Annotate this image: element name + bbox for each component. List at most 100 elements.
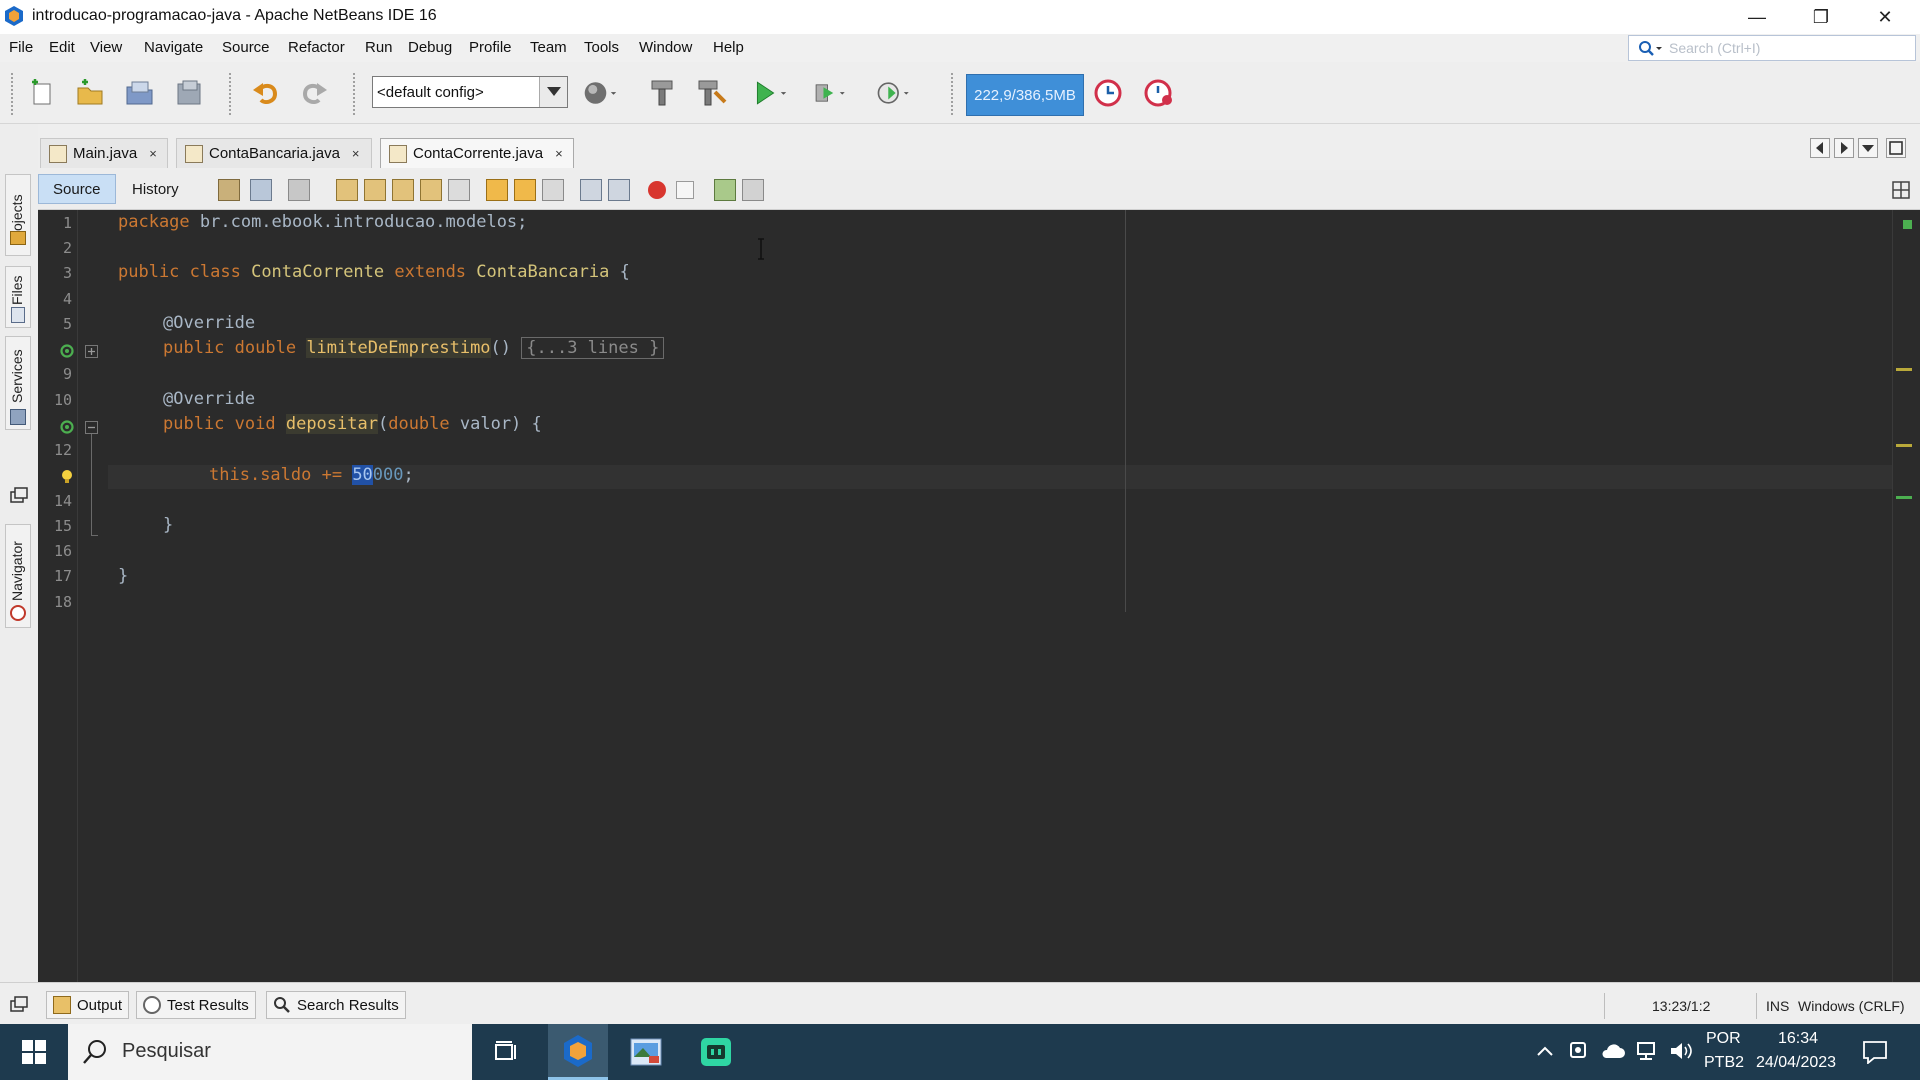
taskbar-search-box[interactable]: Pesquisar bbox=[68, 1024, 472, 1080]
override-marker-icon[interactable] bbox=[60, 420, 74, 434]
caret-position[interactable]: 13:23/1:2 bbox=[1652, 998, 1710, 1014]
minimize-button[interactable]: — bbox=[1726, 0, 1788, 34]
find-next-icon[interactable] bbox=[392, 179, 414, 201]
annotation-marker[interactable] bbox=[1896, 444, 1912, 447]
menu-source[interactable]: Source bbox=[222, 39, 270, 56]
tab-history[interactable]: History bbox=[118, 174, 193, 204]
side-tab-services[interactable]: Services bbox=[5, 336, 31, 430]
profiler-icon[interactable] bbox=[1142, 76, 1178, 110]
show-opened-documents-icon[interactable] bbox=[1858, 138, 1878, 158]
menu-file[interactable]: File bbox=[9, 39, 33, 56]
config-dropdown[interactable]: <default config> bbox=[372, 76, 568, 108]
find-selection-icon[interactable] bbox=[336, 179, 358, 201]
meet-now-icon[interactable] bbox=[1568, 1040, 1588, 1062]
toggle-highlight-icon[interactable] bbox=[420, 179, 442, 201]
forward-icon[interactable] bbox=[288, 179, 310, 201]
quick-search-input[interactable]: Search (Ctrl+I) bbox=[1628, 35, 1916, 61]
run-icon[interactable] bbox=[752, 76, 788, 110]
search-results-tab[interactable]: Search Results bbox=[266, 991, 406, 1019]
shift-left-icon[interactable] bbox=[580, 179, 602, 201]
menu-edit[interactable]: Edit bbox=[49, 39, 75, 56]
build-icon[interactable] bbox=[644, 76, 680, 110]
taskbar-image-app[interactable] bbox=[616, 1024, 676, 1080]
menu-team[interactable]: Team bbox=[530, 39, 567, 56]
maximize-editor-icon[interactable] bbox=[1886, 138, 1906, 158]
notifications-icon[interactable] bbox=[1862, 1040, 1888, 1064]
tab-source[interactable]: Source bbox=[38, 174, 116, 204]
toggle-bookmark-icon[interactable] bbox=[542, 179, 564, 201]
start-macro-recording-icon[interactable] bbox=[648, 181, 666, 199]
menu-profile[interactable]: Profile bbox=[469, 39, 512, 56]
close-window-button[interactable]: ✕ bbox=[1854, 0, 1916, 34]
restore-group-icon[interactable] bbox=[9, 486, 29, 504]
new-project-icon[interactable] bbox=[72, 76, 108, 110]
line-endings[interactable]: Windows (CRLF) bbox=[1798, 998, 1905, 1014]
side-tab-files[interactable]: Files bbox=[5, 266, 31, 328]
comment-icon[interactable] bbox=[714, 179, 736, 201]
redo-icon[interactable] bbox=[296, 76, 332, 110]
language-indicator[interactable]: POR bbox=[1706, 1030, 1741, 1048]
tab-main-java[interactable]: Main.java × bbox=[40, 138, 168, 168]
menu-run[interactable]: Run bbox=[365, 39, 393, 56]
back-icon[interactable] bbox=[250, 179, 272, 201]
taskbar-chat-app[interactable] bbox=[686, 1024, 746, 1080]
side-tab-projects[interactable]: Projects bbox=[5, 174, 31, 256]
scroll-tabs-left-icon[interactable] bbox=[1810, 138, 1830, 158]
hint-lightbulb-icon[interactable] bbox=[60, 469, 74, 485]
uncomment-icon[interactable] bbox=[742, 179, 764, 201]
annotation-marker[interactable] bbox=[1896, 368, 1912, 371]
menu-view[interactable]: View bbox=[90, 39, 122, 56]
previous-bookmark-icon[interactable] bbox=[486, 179, 508, 201]
clean-build-icon[interactable] bbox=[694, 76, 730, 110]
volume-icon[interactable] bbox=[1668, 1040, 1694, 1062]
folded-code-block[interactable]: {...3 lines } bbox=[521, 337, 665, 359]
taskbar-netbeans[interactable] bbox=[548, 1024, 608, 1080]
open-project-icon[interactable] bbox=[122, 76, 158, 110]
network-icon[interactable] bbox=[1634, 1040, 1660, 1062]
profile-icon[interactable] bbox=[876, 76, 912, 110]
close-tab-icon[interactable]: × bbox=[555, 146, 563, 161]
task-view-button[interactable] bbox=[476, 1024, 536, 1080]
last-edit-icon[interactable] bbox=[218, 179, 240, 201]
clock-time[interactable]: 16:34 bbox=[1778, 1030, 1818, 1048]
side-tab-navigator[interactable]: Navigator bbox=[5, 524, 31, 628]
memory-indicator[interactable]: 222,9/386,5MB bbox=[966, 74, 1084, 116]
split-editor-icon[interactable] bbox=[1892, 181, 1910, 199]
keyboard-layout-indicator[interactable]: PTB2 bbox=[1704, 1054, 1744, 1072]
chevron-down-icon[interactable] bbox=[539, 77, 567, 107]
undo-icon[interactable] bbox=[248, 76, 284, 110]
close-tab-icon[interactable]: × bbox=[149, 146, 157, 161]
insert-mode[interactable]: INS bbox=[1766, 998, 1789, 1014]
cloud-icon[interactable] bbox=[1600, 1042, 1626, 1060]
next-bookmark-icon[interactable] bbox=[514, 179, 536, 201]
find-previous-icon[interactable] bbox=[364, 179, 386, 201]
expand-fold-icon[interactable] bbox=[85, 345, 98, 358]
menu-tools[interactable]: Tools bbox=[584, 39, 619, 56]
hint-marker[interactable] bbox=[1896, 496, 1912, 499]
test-results-tab[interactable]: Test Results bbox=[136, 991, 256, 1019]
clock-date[interactable]: 24/04/2023 bbox=[1756, 1054, 1836, 1072]
override-marker-icon[interactable] bbox=[60, 344, 74, 358]
restore-output-group-icon[interactable] bbox=[9, 995, 29, 1013]
menu-refactor[interactable]: Refactor bbox=[288, 39, 345, 56]
close-tab-icon[interactable]: × bbox=[352, 146, 360, 161]
browser-icon[interactable] bbox=[582, 76, 618, 110]
code-editor[interactable]: package br.com.ebook.introducao.modelos;… bbox=[108, 210, 1892, 982]
start-button[interactable] bbox=[4, 1024, 64, 1080]
stop-macro-recording-icon[interactable] bbox=[676, 181, 694, 199]
show-hidden-icons-icon[interactable] bbox=[1536, 1044, 1554, 1058]
collapse-fold-icon[interactable] bbox=[85, 421, 98, 434]
shift-right-icon[interactable] bbox=[608, 179, 630, 201]
menu-navigate[interactable]: Navigate bbox=[144, 39, 203, 56]
gc-icon[interactable] bbox=[1092, 76, 1128, 110]
menu-help[interactable]: Help bbox=[713, 39, 744, 56]
restore-button[interactable]: ❐ bbox=[1790, 0, 1852, 34]
rect-selection-icon[interactable] bbox=[448, 179, 470, 201]
scroll-tabs-right-icon[interactable] bbox=[1834, 138, 1854, 158]
output-tab[interactable]: Output bbox=[46, 991, 130, 1019]
debug-icon[interactable] bbox=[812, 76, 848, 110]
new-file-icon[interactable] bbox=[24, 76, 60, 110]
menu-debug[interactable]: Debug bbox=[408, 39, 452, 56]
tab-contabancaria-java[interactable]: ContaBancaria.java × bbox=[176, 138, 372, 168]
close-project-icon[interactable] bbox=[172, 76, 208, 110]
